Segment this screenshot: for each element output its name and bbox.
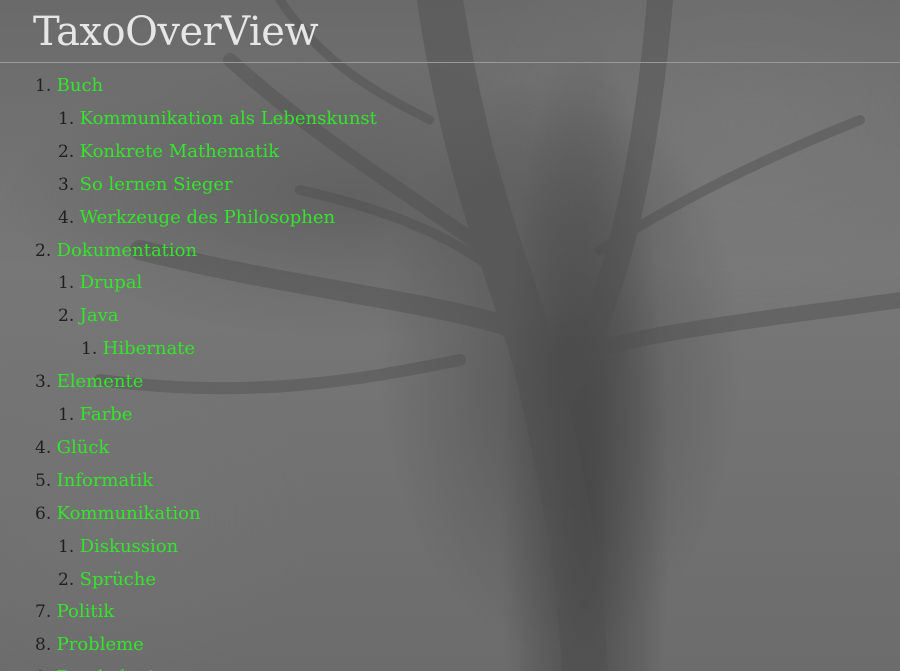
tree-item-depth-0: 1. Buch: [35, 69, 103, 102]
list-item-number: 3.: [58, 174, 80, 195]
list-item-number: 4.: [35, 437, 57, 458]
list-item-number: 1.: [58, 273, 80, 294]
taxonomy-term-link[interactable]: Konkrete Mathematik: [80, 141, 280, 162]
list-item-number: 2.: [58, 306, 80, 327]
tree-item-depth-0: 8. Probleme: [35, 628, 144, 661]
tree-item-depth-1: 2. Sprüche: [58, 563, 156, 596]
taxonomy-term-link[interactable]: Java: [80, 305, 119, 326]
tree-item-depth-2: 1. Hibernate: [81, 332, 195, 365]
tree-item-depth-0: 3. Elemente: [35, 365, 143, 398]
taxonomy-term-link[interactable]: Sprüche: [80, 569, 156, 590]
list-item-number: 1.: [58, 108, 80, 129]
taxonomy-term-link[interactable]: Diskussion: [80, 536, 179, 557]
list-item-number: 1.: [81, 339, 103, 360]
taxonomy-term-link[interactable]: Kommunikation als Lebenskunst: [80, 108, 377, 129]
taxonomy-term-link[interactable]: Kommunikation: [57, 503, 201, 524]
tree-item-depth-1: 1. Diskussion: [58, 530, 178, 563]
taxonomy-term-link[interactable]: Dokumentation: [57, 240, 197, 261]
taxonomy-term-link[interactable]: Buch: [57, 75, 104, 96]
taxonomy-term-link[interactable]: Glück: [57, 437, 110, 458]
tree-item-depth-0: 9. Psychologie: [35, 661, 165, 671]
tree-item-depth-1: 1. Kommunikation als Lebenskunst: [58, 102, 377, 135]
list-item-number: 3.: [35, 372, 57, 393]
list-item-number: 8.: [35, 635, 57, 656]
taxonomy-term-link[interactable]: Probleme: [57, 634, 144, 655]
list-item-number: 2.: [35, 240, 57, 261]
tree-item-depth-0: 2. Dokumentation: [35, 234, 197, 267]
tree-item-depth-1: 2. Konkrete Mathematik: [58, 135, 279, 168]
list-item-number: 1.: [58, 536, 80, 557]
taxonomy-term-link[interactable]: Elemente: [57, 371, 144, 392]
taxonomy-term-link[interactable]: So lernen Sieger: [80, 174, 233, 195]
taxonomy-term-link[interactable]: Werkzeuge des Philosophen: [80, 207, 335, 228]
tree-item-depth-1: 2. Java: [58, 299, 118, 332]
tree-item-depth-0: 4. Glück: [35, 431, 109, 464]
tree-item-depth-1: 1. Drupal: [58, 266, 142, 299]
tree-item-depth-1: 3. So lernen Sieger: [58, 168, 233, 201]
taxonomy-term-link[interactable]: Hibernate: [103, 338, 195, 359]
taxonomy-term-link[interactable]: Psychologie: [57, 667, 165, 671]
tree-item-depth-0: 6. Kommunikation: [35, 497, 201, 530]
list-item-number: 1.: [35, 76, 57, 96]
list-item-number: 7.: [35, 602, 57, 623]
taxonomy-term-link[interactable]: Informatik: [57, 470, 154, 491]
site-header: TaxoOverView: [0, 0, 900, 63]
taxonomy-term-link[interactable]: Farbe: [80, 404, 133, 425]
site-title: TaxoOverView: [33, 9, 319, 55]
list-item-number: 2.: [58, 141, 80, 162]
taxonomy-term-link[interactable]: Drupal: [80, 272, 143, 293]
tree-item-depth-0: 7. Politik: [35, 595, 114, 628]
list-item-number: 6.: [35, 503, 57, 524]
list-item-number: 2.: [58, 569, 80, 590]
tree-item-depth-1: 1. Farbe: [58, 398, 132, 431]
tree-item-depth-0: 5. Informatik: [35, 464, 153, 497]
tree-item-depth-1: 4. Werkzeuge des Philosophen: [58, 201, 335, 234]
taxonomy-term-link[interactable]: Politik: [57, 601, 115, 622]
list-item-number: 4.: [58, 207, 80, 228]
list-item-number: 1.: [58, 405, 80, 425]
list-item-number: 5.: [35, 470, 57, 491]
